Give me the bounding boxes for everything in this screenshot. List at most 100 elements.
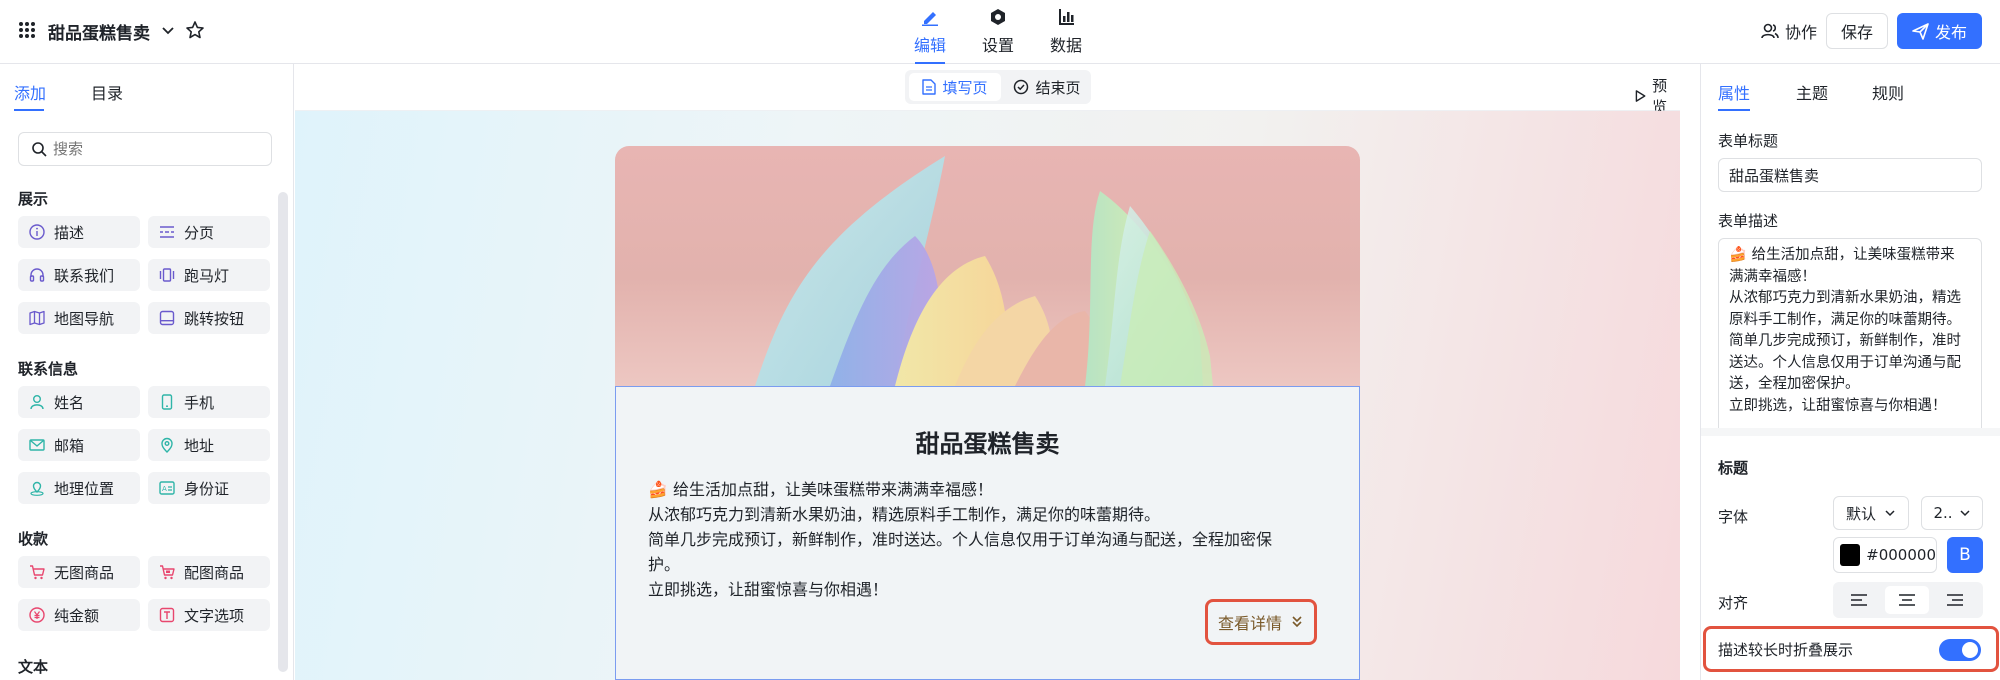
component-pagination[interactable]: 分页 xyxy=(148,216,270,248)
search-input[interactable] xyxy=(53,140,253,158)
component-label: 跑马灯 xyxy=(184,266,230,285)
font-family-select[interactable]: 默认 xyxy=(1833,496,1909,530)
map-icon xyxy=(28,309,46,327)
font-label: 字体 xyxy=(1718,508,1749,526)
send-icon xyxy=(1912,22,1929,40)
desc-line: 从浓郁巧克力到清新水果奶油，精选 xyxy=(1729,290,1961,306)
publish-button[interactable]: 发布 xyxy=(1897,13,1982,49)
component-phone[interactable]: 手机 xyxy=(148,386,270,418)
marquee-icon xyxy=(158,266,176,284)
app-title: 甜品蛋糕售卖 xyxy=(48,24,150,44)
tab-properties[interactable]: 属性 xyxy=(1718,80,1750,104)
collaborate-button[interactable]: 协作 xyxy=(1740,14,1838,48)
tab-theme[interactable]: 主题 xyxy=(1796,80,1828,104)
description-line: 简单几步完成预订，新鲜制作，准时送达。个人信息仅用于订单沟通与配送，全程加密保 xyxy=(648,530,1273,549)
component-email[interactable]: 邮箱 xyxy=(18,429,140,461)
component-label: 无图商品 xyxy=(54,563,115,582)
group-title-contact: 联系信息 xyxy=(18,360,79,378)
align-label: 对齐 xyxy=(1718,594,1749,612)
font-size-value: 2.. xyxy=(1933,504,1953,522)
cart-image-icon xyxy=(158,563,176,581)
save-label: 保存 xyxy=(1840,23,1873,42)
top-bar: 甜品蛋糕售卖 编辑 设置 数据 协作 保存 发布 xyxy=(0,0,2000,64)
component-label: 跳转按钮 xyxy=(184,309,245,328)
tab-data[interactable]: 数据 xyxy=(1036,8,1096,56)
chevron-down-icon xyxy=(1885,510,1895,517)
align-right-button[interactable] xyxy=(1933,586,1977,614)
color-value: #000000 xyxy=(1866,546,1936,564)
component-label: 身份证 xyxy=(184,479,230,498)
component-map-nav[interactable]: 地图导航 xyxy=(18,302,140,334)
component-description[interactable]: 描述 xyxy=(18,216,140,248)
component-name[interactable]: 姓名 xyxy=(18,386,140,418)
yen-icon xyxy=(28,606,46,624)
description-line: 从浓郁巧克力到清新水果奶油，精选原料手工制作，满足你的味蕾期待。 xyxy=(648,505,1161,524)
font-family-value: 默认 xyxy=(1845,504,1876,523)
properties-panel: 属性 主题 规则 表单标题 甜品蛋糕售卖 表单描述 🍰 给生活加点甜，让美味蛋糕… xyxy=(1700,64,2000,680)
component-product-no-image[interactable]: 无图商品 xyxy=(18,556,140,588)
align-left-button[interactable] xyxy=(1837,586,1881,614)
component-marquee[interactable]: 跑马灯 xyxy=(148,259,270,291)
chevron-down-icon xyxy=(1960,510,1970,517)
component-contact-us[interactable]: 联系我们 xyxy=(18,259,140,291)
color-picker[interactable]: #000000 xyxy=(1833,537,1937,573)
chevron-down-icon[interactable] xyxy=(161,24,175,38)
font-size-select[interactable]: 2.. xyxy=(1921,496,1983,530)
tab-settings[interactable]: 设置 xyxy=(968,8,1028,56)
component-jump-button[interactable]: 跳转按钮 xyxy=(148,302,270,334)
align-center-icon xyxy=(1899,594,1915,606)
toggle-knob xyxy=(1962,642,1978,658)
view-details-button[interactable]: 查看详情 xyxy=(1205,599,1317,645)
component-label: 姓名 xyxy=(54,393,85,412)
component-label: 联系我们 xyxy=(54,266,115,285)
bold-toggle-button[interactable]: B xyxy=(1947,537,1983,573)
component-product-with-image[interactable]: 配图商品 xyxy=(148,556,270,588)
star-icon[interactable] xyxy=(185,20,205,40)
publish-label: 发布 xyxy=(1934,23,1967,42)
form-canvas: 甜品蛋糕售卖 🍰 给生活加点甜，让美味蛋糕带来满满幸福感！ 从浓郁巧克力到清新水… xyxy=(295,111,1680,680)
form-title-label: 表单标题 xyxy=(1718,132,1779,150)
tab-fill-page[interactable]: 填写页 xyxy=(909,73,1001,101)
component-amount[interactable]: 纯金额 xyxy=(18,599,140,631)
component-label: 手机 xyxy=(184,393,215,412)
color-swatch xyxy=(1840,544,1861,566)
tab-rules[interactable]: 规则 xyxy=(1872,80,1904,104)
tab-add[interactable]: 添加 xyxy=(14,80,46,104)
svg-text:A: A xyxy=(162,485,167,493)
tab-settings-label: 设置 xyxy=(981,36,1014,55)
user-icon xyxy=(28,393,46,411)
component-geo-location[interactable]: 地理位置 xyxy=(18,472,140,504)
component-id-card[interactable]: A 身份证 xyxy=(148,472,270,504)
tab-add-underline xyxy=(14,109,44,111)
edit-icon xyxy=(922,12,938,26)
collapse-label: 描述较长时折叠展示 xyxy=(1718,640,1854,659)
form-desc-field[interactable]: 🍰 给生活加点甜，让美味蛋糕带来 满满幸福感！ 从浓郁巧克力到清新水果奶油，精选… xyxy=(1718,238,1982,436)
align-center-button[interactable] xyxy=(1885,586,1929,614)
tab-end-page[interactable]: 结束页 xyxy=(1005,73,1089,101)
form-title: 甜品蛋糕售卖 xyxy=(915,430,1060,458)
tab-outline[interactable]: 目录 xyxy=(91,80,123,104)
desc-line: 送，全程加密保护。 xyxy=(1729,376,1860,392)
location-pin-icon xyxy=(158,436,176,454)
center-toolbar: 填写页 结束页 预览 xyxy=(295,64,1680,116)
search-box[interactable] xyxy=(18,132,272,166)
desc-line: 原料手工制作，满足你的味蕾期待。 xyxy=(1729,311,1961,328)
phone-icon xyxy=(158,393,176,411)
desc-line: 立即挑选，让甜蜜惊喜与你相遇！ xyxy=(1729,397,1947,414)
group-title-text: 文本 xyxy=(18,658,49,676)
jump-button-icon xyxy=(158,309,176,327)
form-title-field[interactable]: 甜品蛋糕售卖 xyxy=(1718,158,1982,192)
desc-line: 送达。个人信息仅用于订单沟通与配 xyxy=(1729,354,1961,371)
tab-fill-page-label: 填写页 xyxy=(942,78,988,97)
collapse-toggle[interactable] xyxy=(1939,639,1981,661)
left-scrollbar[interactable] xyxy=(278,192,288,672)
component-text-option[interactable]: 文字选项 xyxy=(148,599,270,631)
desc-line: 满满幸福感！ xyxy=(1729,268,1816,285)
apps-grid-icon[interactable] xyxy=(18,21,36,39)
component-label: 描述 xyxy=(54,223,85,242)
tab-edit[interactable]: 编辑 xyxy=(900,8,960,64)
save-button[interactable]: 保存 xyxy=(1826,13,1888,49)
headset-icon xyxy=(28,266,46,284)
component-address[interactable]: 地址 xyxy=(148,429,270,461)
component-label: 地理位置 xyxy=(54,479,115,498)
